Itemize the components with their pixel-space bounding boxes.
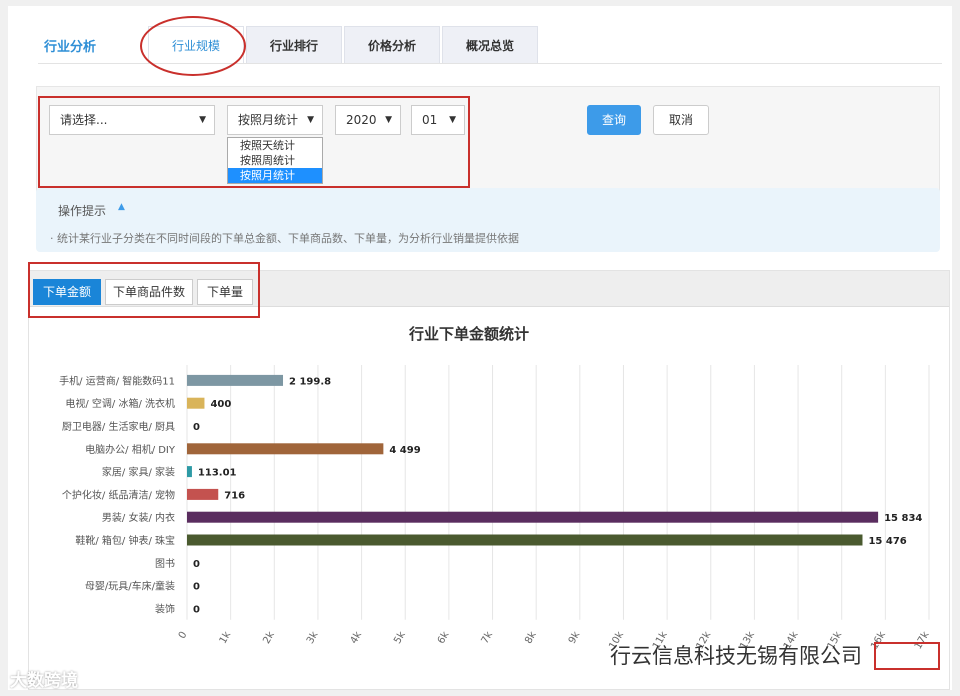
y-category-label: 个护化妆/ 纸品清洁/ 宠物 (62, 488, 175, 501)
y-category-label: 手机/ 运营商/ 智能数码11 (59, 374, 175, 387)
bar (187, 397, 205, 409)
caret-up-icon[interactable]: ▲ (118, 202, 125, 212)
x-tick-label: 7k (480, 630, 496, 646)
top-tab-bar: 行业分析 行业规模 行业排行 价格分析 概况总览 (8, 6, 952, 76)
bar-value-label: 716 (224, 490, 245, 501)
x-tick-label: 8k (523, 630, 539, 646)
watermark-right: 行云信息科技无锡有限公司 (610, 644, 862, 668)
page: 行业分析 行业规模 行业排行 价格分析 概况总览 请选择... ▼ 按照月统计 … (8, 6, 952, 690)
x-tick-label: 5k (392, 630, 408, 646)
x-tick-label: 6k (436, 630, 452, 646)
bar (187, 466, 192, 478)
annotation-box-filter (38, 96, 470, 188)
x-tick-label: 2k (261, 630, 277, 646)
bar-value-label: 400 (210, 399, 231, 410)
bar (187, 443, 384, 455)
bar-value-label: 0 (193, 559, 200, 570)
x-tick-label: 4k (349, 630, 365, 646)
tab-industry-ranking[interactable]: 行业排行 (246, 26, 342, 64)
chart-panel: 下单金额 下单商品件数 下单量 行业下单金额统计 0 1k 2k 3k 4k 5k 6k 7k 8… (28, 270, 950, 690)
y-category-label: 鞋靴/ 箱包/ 钟表/ 珠宝 (75, 534, 175, 547)
bar-value-label: 15 834 (884, 513, 922, 524)
query-button[interactable]: 查询 (587, 105, 641, 135)
hint-title[interactable]: 操作提示 (58, 202, 106, 219)
y-category-label: 装饰 (155, 602, 175, 615)
bar (187, 374, 284, 386)
bar-value-label: 113.01 (198, 468, 237, 479)
bar-chart: 行业下单金额统计0 1k 2k 3k 4k 5k 6k 7k 8k 9k 10k 11k 12k 13k 1… (59, 325, 932, 651)
y-category-label: 图书 (155, 558, 175, 570)
y-category-label: 母婴/玩具/车床/童装 (85, 580, 175, 593)
bar-value-label: 0 (193, 582, 200, 593)
y-category-label: 男装/ 女装/ 内衣 (102, 511, 175, 524)
page-title: 行业分析 (44, 40, 97, 55)
bar-value-label: 0 (193, 422, 200, 433)
bar-value-label: 4 499 (389, 445, 420, 456)
y-category-label: 厨卫电器/ 生活家电/ 厨具 (62, 420, 175, 433)
x-tick-label: 9k (567, 630, 583, 646)
bar-value-label: 2 199.8 (289, 376, 331, 387)
annotation-box-chart-tabs (28, 262, 260, 318)
cancel-button[interactable]: 取消 (653, 105, 709, 135)
x-tick-label: 3k (305, 630, 321, 646)
chart-title: 行业下单金额统计 (408, 325, 529, 343)
bar (187, 488, 219, 500)
bar-value-label: 0 (193, 604, 200, 615)
annotation-circle (140, 16, 246, 76)
annotation-box-corner (874, 642, 940, 670)
bar-value-label: 15 476 (868, 536, 906, 547)
hint-panel: 操作提示 ▲ · 统计某行业子分类在不同时间段的下单总金额、下单商品数、下单量，… (36, 188, 940, 252)
bar (187, 534, 863, 546)
watermark-left: 大数跨境 (10, 671, 78, 691)
y-category-label: 家居/ 家具/ 家装 (102, 466, 175, 479)
bar (187, 511, 879, 523)
tab-price-analysis[interactable]: 价格分析 (344, 26, 440, 64)
tab-overview[interactable]: 概况总览 (442, 26, 538, 64)
y-category-label: 电脑办公/ 相机/ DIY (85, 443, 176, 456)
x-tick-label: 0 (177, 630, 190, 641)
y-category-label: 电视/ 空调/ 冰箱/ 洗衣机 (65, 397, 175, 410)
hint-text: · 统计某行业子分类在不同时间段的下单总金额、下单商品数、下单量，为分析行业销量… (50, 232, 519, 245)
x-tick-label: 1k (218, 630, 234, 646)
